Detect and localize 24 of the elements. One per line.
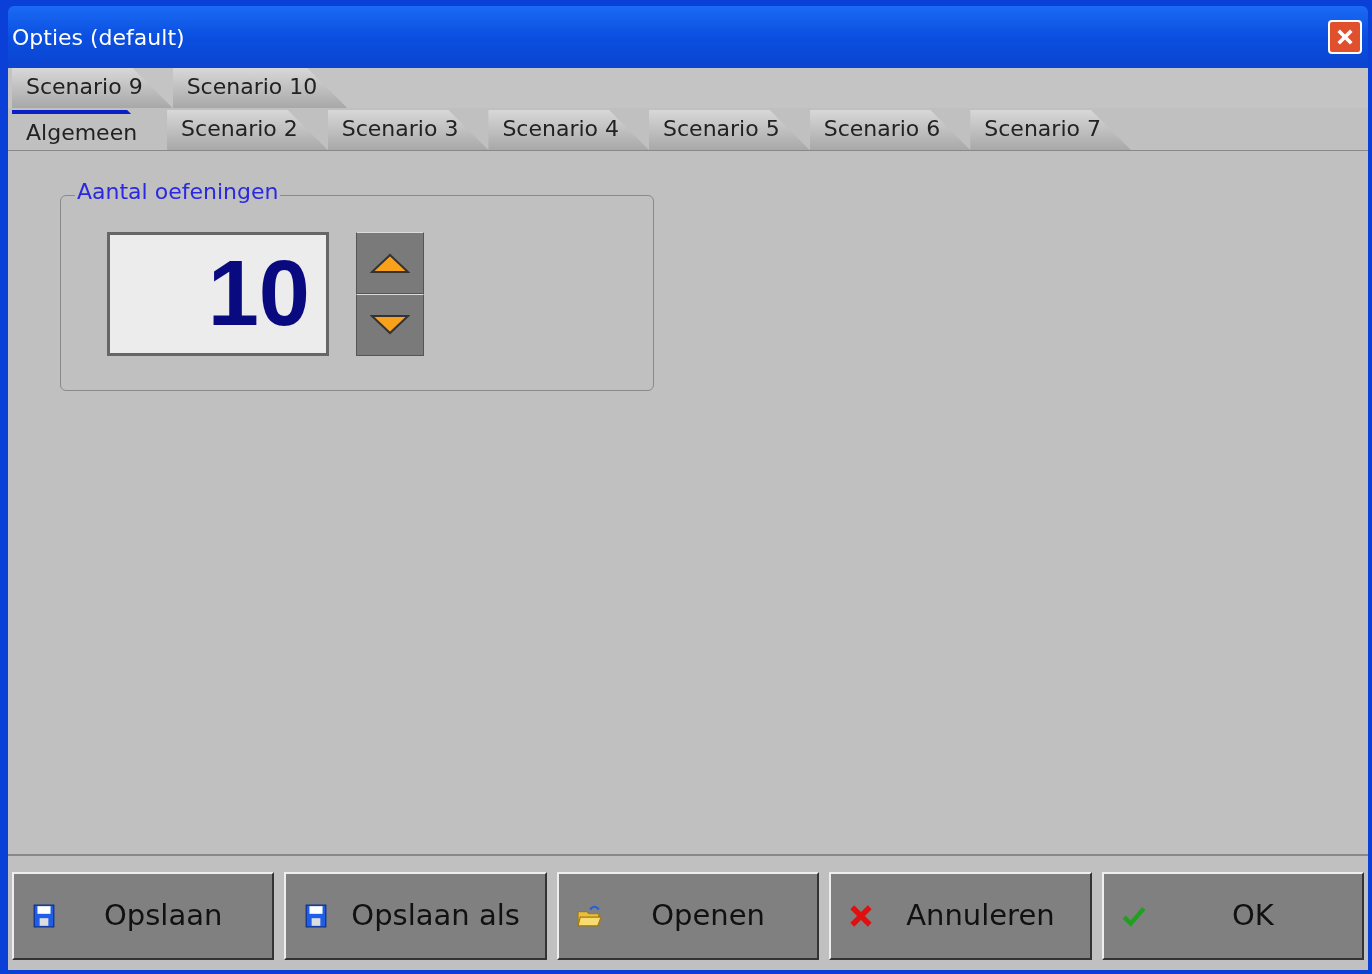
close-icon (1336, 27, 1354, 47)
tab[interactable]: Scenario 6 (809, 110, 971, 150)
up-arrow-icon (370, 252, 410, 274)
action-button[interactable]: OK (1101, 872, 1365, 960)
tab[interactable]: Scenario 9 (12, 68, 173, 108)
action-button[interactable]: Opslaan als (284, 872, 547, 960)
close-button[interactable] (1328, 20, 1362, 54)
action-button[interactable]: Annuleren (829, 872, 1092, 960)
decrement-button[interactable] (356, 294, 424, 356)
cross-icon (849, 904, 874, 928)
tab[interactable]: Scenario 10 (172, 68, 348, 108)
tab[interactable]: Scenario 4 (488, 110, 650, 150)
tab[interactable]: Scenario 2 (167, 110, 328, 150)
increment-button[interactable] (356, 232, 424, 294)
tab[interactable]: Scenario 3 (327, 110, 489, 150)
action-button[interactable]: Openen (556, 872, 820, 960)
action-button[interactable]: Opslaan (12, 872, 275, 960)
window-title: Opties (default) (12, 23, 185, 52)
down-arrow-icon (370, 314, 410, 336)
folder-icon (576, 904, 601, 928)
checkmark-icon (1121, 904, 1146, 928)
number-display: 10 (107, 232, 329, 356)
tab[interactable]: Scenario 5 (649, 110, 810, 150)
tab[interactable]: Scenario 7 (970, 110, 1131, 150)
